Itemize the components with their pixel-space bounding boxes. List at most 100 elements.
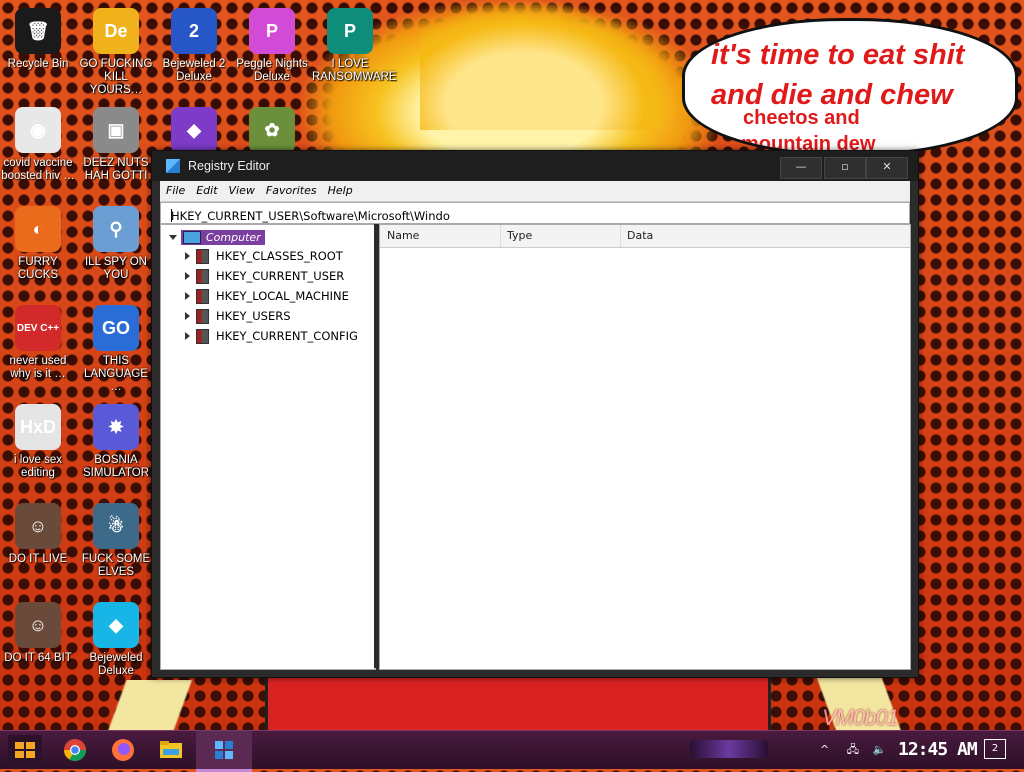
registry-hive-icon bbox=[196, 288, 209, 304]
desktop-app-icon: ✿ bbox=[249, 107, 295, 153]
registry-editor-window[interactable]: Registry Editor — ▫ ✕ File Edit View Favori… bbox=[151, 150, 919, 678]
desktop-app-icon: P bbox=[327, 8, 373, 54]
desktop-icon[interactable]: GO THIS LANGUAGE … bbox=[78, 305, 154, 394]
network-icon[interactable]: 🖧 bbox=[847, 743, 859, 756]
desktop-app-icon: 🗑 bbox=[15, 8, 61, 54]
chrome-icon[interactable] bbox=[60, 735, 90, 765]
desktop-icon[interactable]: HxD i love sex editing bbox=[0, 404, 76, 480]
desktop-icon[interactable]: ☺ DO IT LIVE bbox=[0, 503, 76, 566]
desktop-icon[interactable]: ⚲ ILL SPY ON YOU bbox=[78, 206, 154, 282]
desktop-icon[interactable]: ☃ FUCK SOME ELVES bbox=[78, 503, 154, 579]
expand-arrow-icon[interactable] bbox=[185, 332, 190, 340]
desktop-icon[interactable]: ◉ covid vaccine boosted hiv … bbox=[0, 107, 76, 183]
menu-bar: File Edit View Favorites Help bbox=[160, 181, 910, 202]
desktop-app-icon: ☺ bbox=[15, 503, 61, 549]
taskbar-clock[interactable]: 12:45 AM bbox=[898, 739, 978, 760]
start-logo-icon bbox=[15, 742, 35, 758]
desktop-icon-label: Bejeweled 2 Deluxe bbox=[162, 58, 226, 83]
desktop-icon-label: I LOVE RANSOMWARE bbox=[312, 58, 397, 83]
tree-item-hkey-classes-root[interactable]: HKEY_CLASSES_ROOT bbox=[185, 247, 343, 265]
menu-favorites[interactable]: Favorites bbox=[260, 181, 322, 201]
file-explorer-icon[interactable] bbox=[156, 735, 186, 765]
tree-item-label: HKEY_CURRENT_CONFIG bbox=[216, 329, 358, 343]
title-bar[interactable]: Registry Editor — ▫ ✕ bbox=[152, 151, 918, 181]
tree-item-label: HKEY_USERS bbox=[216, 309, 291, 323]
taskbar-decoration bbox=[690, 740, 768, 758]
close-button[interactable]: ✕ bbox=[866, 157, 908, 179]
desktop-icon-label: FURRY CUCKS bbox=[17, 256, 59, 281]
volume-icon[interactable]: 🔈 bbox=[872, 743, 886, 756]
desktop-icon-label: Bejeweled Deluxe bbox=[89, 652, 143, 677]
registry-hive-icon bbox=[196, 308, 209, 324]
desktop-app-icon: HxD bbox=[15, 404, 61, 450]
maximize-button[interactable]: ▫ bbox=[824, 157, 866, 179]
expand-arrow-icon[interactable] bbox=[185, 252, 190, 260]
desktop-icon-label: ILL SPY ON YOU bbox=[84, 256, 147, 281]
desktop-icon-label: FUCK SOME ELVES bbox=[81, 553, 151, 578]
minimize-button[interactable]: — bbox=[780, 157, 822, 179]
bubble-line-1: it's time to eat shit bbox=[711, 39, 965, 71]
start-button[interactable] bbox=[8, 735, 42, 765]
desktop-icon[interactable]: ▣ DEEZ NUTS HAH GOTTI bbox=[78, 107, 154, 183]
desktop-icon-label: GO FUCKING KILL YOURS… bbox=[79, 58, 153, 96]
bubble-line-3: cheetos and bbox=[743, 107, 860, 129]
tree-root-selected[interactable]: Computer bbox=[181, 229, 265, 245]
expand-arrow-icon[interactable] bbox=[185, 292, 190, 300]
desktop-app-icon: ⚲ bbox=[93, 206, 139, 252]
desktop-icon-label: i love sex editing bbox=[14, 454, 62, 479]
desktop-icon-label: Peggle Nights Deluxe bbox=[236, 58, 308, 83]
desktop-icon[interactable]: ☺ DO IT 64 BIT bbox=[0, 602, 76, 665]
column-header-type[interactable]: Type bbox=[500, 225, 621, 247]
firefox-icon[interactable] bbox=[108, 735, 138, 765]
address-bar[interactable]: HKEY_CURRENT_USER\Software\Microsoft\Win… bbox=[160, 202, 910, 224]
tree-item-hkey-local-machine[interactable]: HKEY_LOCAL_MACHINE bbox=[185, 287, 349, 305]
desktop-icon[interactable]: 2 Bejeweled 2 Deluxe bbox=[156, 8, 232, 84]
tree-item-hkey-current-user[interactable]: HKEY_CURRENT_USER bbox=[185, 267, 344, 285]
desktop-icon-label: THIS LANGUAGE … bbox=[84, 355, 148, 393]
menu-help[interactable]: Help bbox=[322, 181, 358, 201]
desktop-icon[interactable]: ◐ FURRY CUCKS bbox=[0, 206, 76, 282]
desktop-icon[interactable]: ◆ Bejeweled Deluxe bbox=[78, 602, 154, 678]
desktop-icon[interactable]: De GO FUCKING KILL YOURS… bbox=[78, 8, 154, 97]
text-caret bbox=[171, 209, 172, 222]
taskbar-regedit-active[interactable] bbox=[196, 731, 252, 772]
tree-item-hkey-users[interactable]: HKEY_USERS bbox=[185, 307, 291, 325]
collapse-arrow-icon[interactable] bbox=[169, 234, 177, 240]
desktop-icon[interactable]: P I LOVE RANSOMWARE bbox=[312, 8, 397, 84]
taskbar: ^ 🖧 🔈 12:45 AM 2 bbox=[0, 730, 1024, 772]
desktop-app-icon: ▣ bbox=[93, 107, 139, 153]
registry-hive-icon bbox=[196, 248, 209, 264]
tree-root-computer[interactable]: Computer bbox=[169, 228, 265, 246]
desktop-icon-label: DEEZ NUTS HAH GOTTI bbox=[83, 157, 149, 182]
key-tree[interactable]: Computer HKEY_CLASSES_ROOT HKEY_CURRENT_… bbox=[160, 224, 376, 670]
desktop-icon-label: BOSNIA SIMULATOR bbox=[82, 454, 150, 479]
computer-icon bbox=[183, 230, 201, 244]
menu-edit[interactable]: Edit bbox=[190, 181, 222, 201]
menu-file[interactable]: File bbox=[160, 181, 190, 201]
desktop-icon[interactable]: ✸ BOSNIA SIMULATOR bbox=[78, 404, 154, 480]
desktop-icon[interactable]: 🗑 Recycle Bin bbox=[0, 8, 76, 71]
tree-item-label: HKEY_CLASSES_ROOT bbox=[216, 249, 343, 263]
column-header-data[interactable]: Data bbox=[620, 225, 910, 247]
desktop-icon-label: never used why is it … bbox=[9, 355, 67, 380]
desktop-app-icon: ◆ bbox=[93, 602, 139, 648]
desktop-icon[interactable]: P Peggle Nights Deluxe bbox=[234, 8, 310, 84]
notification-center-icon[interactable]: 2 bbox=[984, 739, 1006, 759]
desktop-app-icon: ◉ bbox=[15, 107, 61, 153]
desktop-app-icon: ◐ bbox=[15, 206, 61, 252]
desktop-app-icon: GO bbox=[93, 305, 139, 351]
tree-item-label: HKEY_LOCAL_MACHINE bbox=[216, 289, 349, 303]
registry-hive-icon bbox=[196, 268, 209, 284]
chevron-up-icon[interactable]: ^ bbox=[820, 743, 829, 756]
expand-arrow-icon[interactable] bbox=[185, 272, 190, 280]
desktop-icon[interactable]: DEV C++ never used why is it … bbox=[0, 305, 76, 381]
menu-view[interactable]: View bbox=[223, 181, 260, 201]
desktop-app-icon: P bbox=[249, 8, 295, 54]
regedit-icon bbox=[166, 159, 180, 173]
desktop-app-icon: DEV C++ bbox=[15, 305, 61, 351]
tree-item-hkey-current-config[interactable]: HKEY_CURRENT_CONFIG bbox=[185, 327, 358, 345]
column-header-name[interactable]: Name bbox=[380, 225, 501, 247]
expand-arrow-icon[interactable] bbox=[185, 312, 190, 320]
tree-item-label: HKEY_CURRENT_USER bbox=[216, 269, 345, 283]
values-list[interactable]: Name Type Data bbox=[379, 224, 911, 670]
